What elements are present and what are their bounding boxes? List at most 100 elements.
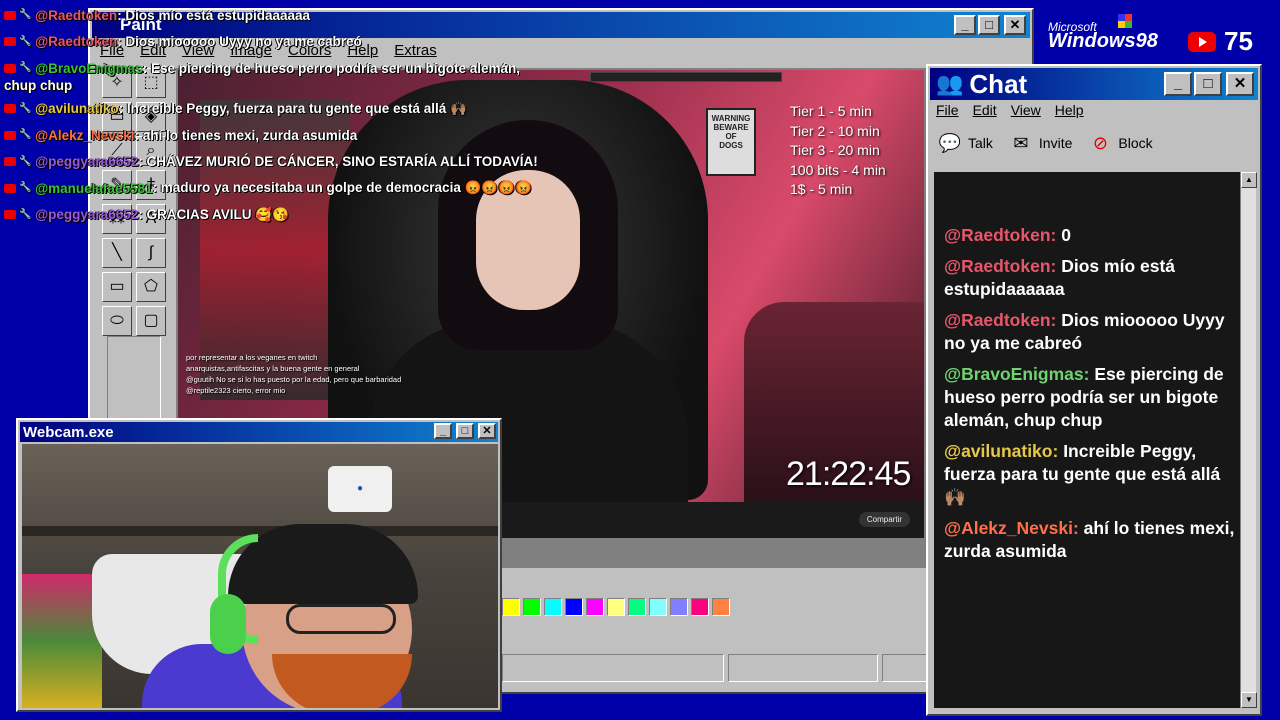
overlay-text: : ahí lo tienes mexi, zurda asumida	[134, 127, 358, 143]
windows98-logo: Microsoft Windows98	[1048, 14, 1158, 53]
chat-message-area[interactable]: @Raedtoken: 0 @Raedtoken: Dios mío está e…	[934, 172, 1240, 708]
overlay-username: @BravoEnigmas	[35, 60, 143, 76]
embedded-stream-chat: por representar a los veganes en twitch …	[186, 353, 402, 395]
viewer-count: 75	[1224, 26, 1253, 56]
rounded-rect-icon[interactable]: ▢	[136, 306, 166, 336]
status-pane-1	[502, 654, 724, 682]
youtube-icon	[4, 157, 16, 167]
youtube-icon	[4, 10, 16, 20]
youtube-viewer-count: 75	[1188, 26, 1253, 57]
palette-swatch[interactable]	[502, 598, 520, 616]
palette-swatch[interactable]	[607, 598, 625, 616]
palette-swatch[interactable]	[691, 598, 709, 616]
webcam-close-button[interactable]: ✕	[478, 423, 496, 439]
block-icon: ⊘	[1092, 132, 1108, 153]
chat-menu-file[interactable]: File	[936, 102, 959, 118]
tier-1: Tier 1 - 5 min	[790, 103, 872, 119]
overlay-text: : Dios mío está estupidaaaaaa	[117, 7, 311, 23]
youtube-icon	[4, 130, 16, 140]
overlay-username: @peggyara6652	[35, 154, 139, 170]
chat-close-button[interactable]: ✕	[1226, 72, 1254, 96]
overlay-text: chup chup	[4, 78, 73, 93]
webcam-minimize-button[interactable]: _	[434, 423, 452, 439]
palette-swatch[interactable]	[523, 598, 541, 616]
palette-swatch[interactable]	[586, 598, 604, 616]
webcam-title-bar[interactable]: Webcam.exe _ □ ✕	[20, 422, 498, 442]
chat-menu-help[interactable]: Help	[1055, 102, 1084, 118]
chat-message: @BravoEnigmas: Ese piercing de hueso per…	[944, 363, 1236, 432]
overlay-text: : Ese piercing de hueso perro podría ser…	[142, 60, 521, 76]
chat-title: Chat	[969, 68, 1028, 99]
webcam-maximize-button[interactable]: □	[456, 423, 474, 439]
maximize-button[interactable]: □	[978, 15, 1000, 35]
webcam-window: Webcam.exe _ □ ✕ ●	[16, 418, 502, 712]
chat-menu-view[interactable]: View	[1011, 102, 1041, 118]
overlay-message: 🔧 @manuelafae5581: maduro ya necesitaba u…	[4, 175, 604, 202]
overlay-username: @peggyara6652	[35, 207, 139, 223]
overlay-message: 🔧 @peggyara6652: CHÁVEZ MURIÓ DE CÁNCER, …	[4, 149, 604, 176]
overlay-username: @avilunatiko	[35, 101, 119, 117]
overlay-text: : Increible Peggy, fuerza para tu gente …	[118, 100, 467, 116]
palette-swatch[interactable]	[712, 598, 730, 616]
overlay-text: : GRACIAS AVILU 🥰😘	[138, 206, 289, 222]
chat-message: @Raedtoken: Dios miooooo Uyyy no ya me c…	[944, 309, 1236, 355]
chat-menu-edit[interactable]: Edit	[973, 102, 997, 118]
line-icon[interactable]: ╲	[102, 238, 132, 268]
polygon-icon[interactable]: ⬠	[136, 272, 166, 302]
chat-minimize-button[interactable]: _	[1164, 72, 1192, 96]
overlay-username: @Alekz_Nevski	[35, 127, 135, 143]
overlay-username: @Raedtoken	[35, 34, 118, 50]
wrench-icon: 🔧	[19, 208, 32, 220]
overlay-username: @manuelafae5581	[35, 180, 153, 196]
overlay-message: 🔧 @avilunatiko: Increible Peggy, fuerza p…	[4, 96, 604, 123]
overlay-message: 🔧 @Raedtoken: Dios mío está estupidaaaaaa	[4, 2, 604, 29]
close-button[interactable]: ✕	[1004, 15, 1026, 35]
youtube-icon	[4, 210, 16, 220]
tier-2: Tier 2 - 10 min	[790, 122, 880, 139]
invite-icon: ✉	[1013, 132, 1029, 153]
youtube-icon	[4, 104, 16, 114]
webcam-feed: ●	[22, 444, 498, 708]
overlay-message: 🔧 @peggyara6652: GRACIAS AVILU 🥰😘	[4, 202, 604, 229]
youtube-icon	[4, 183, 16, 193]
search-bar[interactable]	[590, 72, 782, 82]
palette-swatch[interactable]	[628, 598, 646, 616]
palette-swatch[interactable]	[649, 598, 667, 616]
share-button[interactable]: Compartir	[858, 512, 910, 527]
scroll-up-icon[interactable]: ▲	[1241, 172, 1257, 188]
chat-title-bar[interactable]: 👥 Chat _ □ ✕	[930, 68, 1258, 100]
invite-button[interactable]: ✉ Invite	[1009, 130, 1072, 156]
chat-message: @Raedtoken: Dios mío está estupidaaaaaa	[944, 255, 1236, 301]
color-palette	[502, 598, 730, 616]
tier-3: Tier 3 - 20 min	[790, 142, 880, 158]
minimize-button[interactable]: _	[954, 15, 976, 35]
palette-swatch[interactable]	[565, 598, 583, 616]
youtube-icon	[4, 37, 16, 47]
windows-flag-icon	[1118, 14, 1132, 28]
chat-scrollbar[interactable]: ▲ ▼	[1240, 172, 1257, 708]
status-pane-2	[728, 654, 878, 682]
curve-icon[interactable]: ∫	[136, 238, 166, 268]
wrench-icon: 🔧	[19, 9, 32, 21]
talk-icon: 💬	[938, 132, 962, 153]
ellipse-icon[interactable]: ⬭	[102, 306, 132, 336]
overlay-text: : CHÁVEZ MURIÓ DE CÁNCER, SINO ESTARÍA A…	[138, 154, 538, 170]
chat-messages: @Raedtoken: 0 @Raedtoken: Dios mío está e…	[944, 224, 1236, 571]
chat-maximize-button[interactable]: □	[1194, 72, 1222, 96]
scroll-down-icon[interactable]: ▼	[1241, 692, 1257, 708]
overlay-username: @Raedtoken	[35, 7, 118, 23]
block-button[interactable]: ⊘ Block	[1088, 130, 1153, 156]
tier-bits: 100 bits - 4 min	[790, 161, 886, 178]
chat-username: @Raedtoken:	[944, 225, 1057, 245]
chat-text: 0	[1061, 225, 1071, 245]
chat-toolbar: 💬 Talk ✉ Invite ⊘ Block	[938, 130, 1153, 156]
palette-swatch[interactable]	[670, 598, 688, 616]
wrench-icon: 🔧	[19, 102, 32, 114]
talk-button[interactable]: 💬 Talk	[938, 130, 993, 156]
palette-swatch[interactable]	[544, 598, 562, 616]
people-icon: 👥	[936, 71, 964, 96]
tool-options-panel[interactable]	[107, 336, 161, 420]
overlay-text: : maduro ya necesitaba un golpe de democ…	[152, 180, 532, 196]
rectangle-icon[interactable]: ▭	[102, 272, 132, 302]
chat-message: @Raedtoken: 0	[944, 224, 1236, 247]
